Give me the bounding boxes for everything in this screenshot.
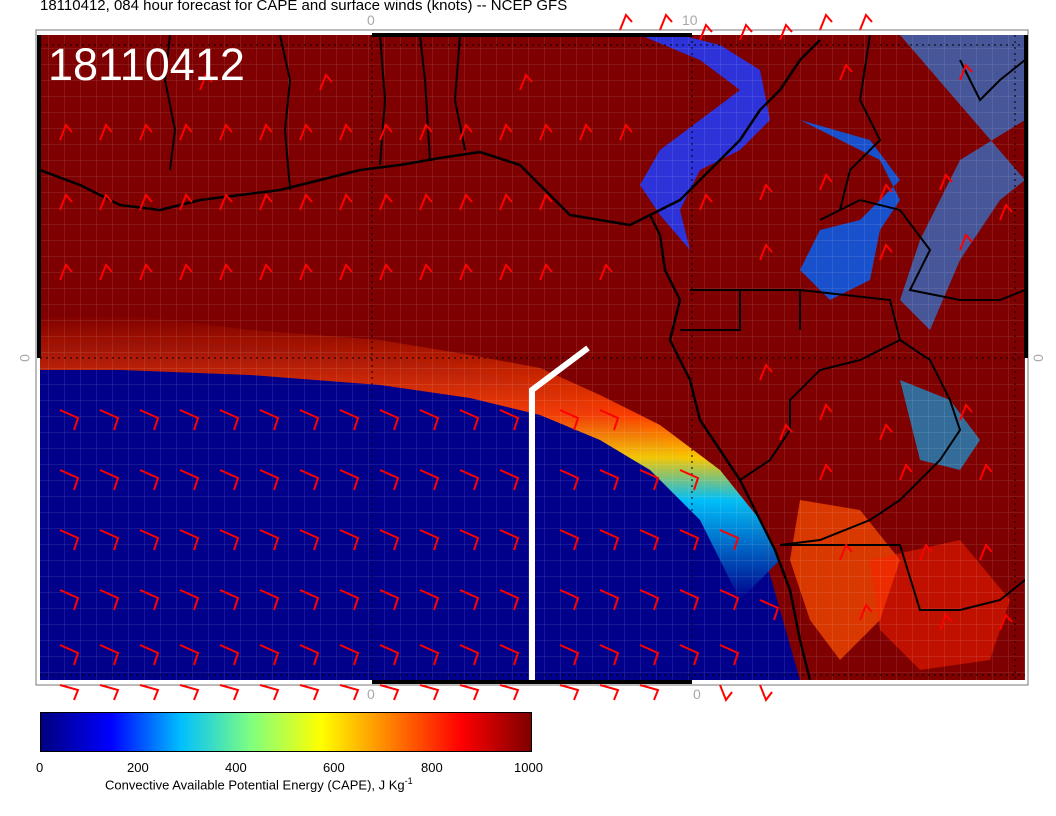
tick-bottom-0b: 0 [693,686,701,702]
cape-map [35,13,1029,703]
tick-top-0: 0 [367,12,375,28]
right-axis-bar [1024,35,1028,358]
tick-left-0: 0 [16,354,33,362]
colorbar-tick-600: 600 [323,760,345,775]
colorbar-title-sup: -1 [404,776,413,786]
tick-bottom-0: 0 [367,686,375,702]
tick-right-0: 0 [1029,354,1046,362]
top-axis-bar [372,33,692,37]
colorbar-tick-0: 0 [36,760,44,775]
cape-colorbar [40,712,532,752]
colorbar-tick-200: 200 [127,760,149,775]
map-timestamp: 18110412 [48,39,245,90]
colorbar-tick-400: 400 [225,760,247,775]
colorbar-title-main: Convective Available Potential Energy (C… [105,777,405,793]
bottom-axis-bar [372,680,692,684]
colorbar-title: Convective Available Potential Energy (C… [105,776,413,792]
left-axis-bar [37,35,41,358]
colorbar-tick-1000: 1000 [514,760,543,775]
tick-top-10: 10 [682,12,698,28]
colorbar-tick-800: 800 [421,760,443,775]
